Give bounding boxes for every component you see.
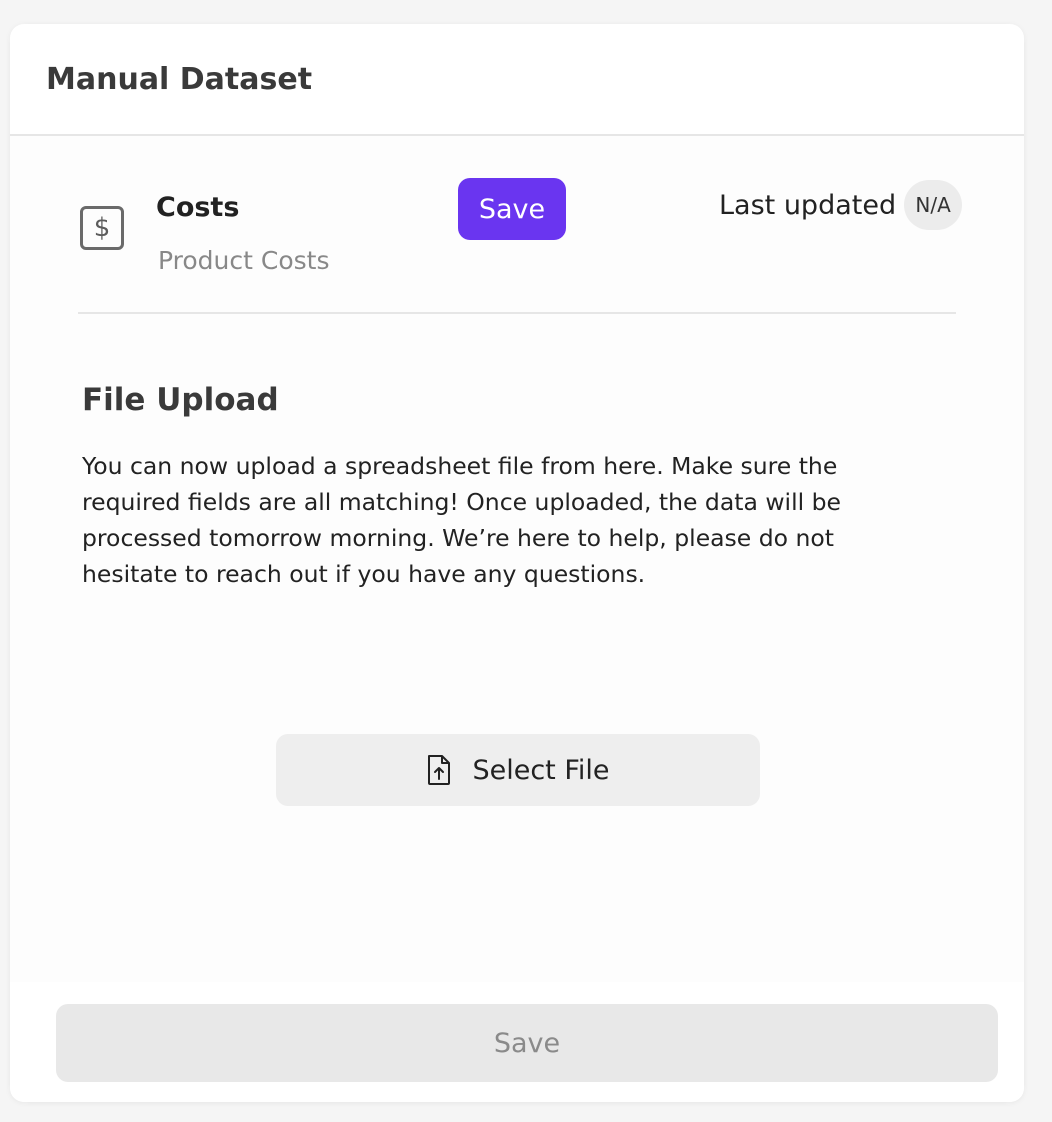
file-upload-description: You can now upload a spreadsheet file fr… [82,452,841,588]
card-footer: Save [10,982,1024,1102]
select-file-label: Select File [472,754,610,786]
file-upload-title: File Upload [82,382,279,418]
dataset-name[interactable]: Costs [156,192,239,223]
last-updated: Last updated N/A [719,180,963,230]
last-updated-badge: N/A [904,180,963,230]
divider [78,312,956,314]
select-file-button[interactable]: Select File [276,734,760,806]
file-upload-icon [428,755,451,785]
card-title: Manual Dataset [46,62,313,97]
last-updated-label: Last updated [719,189,897,221]
dollar-icon: $ [80,206,124,250]
manual-dataset-card: Manual Dataset $ Costs Product Costs Sav… [10,24,1024,1102]
save-name-button[interactable]: Save [458,178,566,240]
dataset-subtitle: Product Costs [158,246,330,275]
save-button[interactable]: Save [56,1004,998,1082]
card-header: Manual Dataset [10,24,1024,136]
card-body: $ Costs Product Costs Save Last updated … [10,136,1024,982]
